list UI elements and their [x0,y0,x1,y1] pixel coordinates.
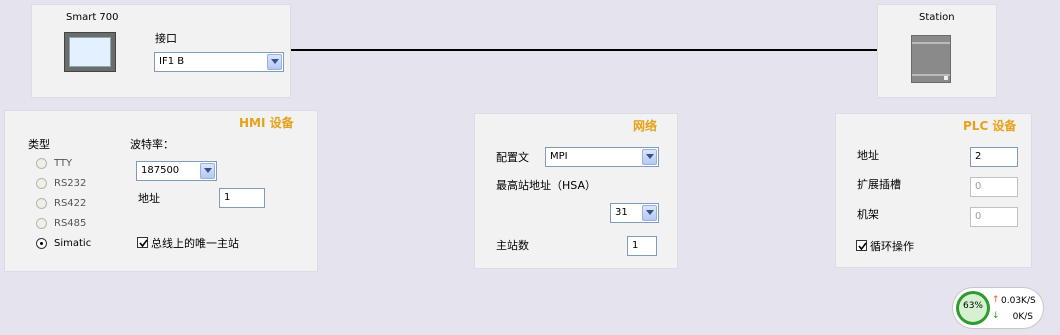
slot-label: 扩展插槽 [857,178,901,191]
hsa-select[interactable]: 31 [610,203,659,223]
cyclic-label: 循环操作 [870,240,914,253]
profile-label: 配置文 [496,151,529,164]
only-master-checkbox[interactable] [137,237,148,248]
hsa-label: 最高站地址（HSA） [496,179,596,192]
type-label: 类型 [28,138,50,151]
hmi-settings-panel: HMI 设备 类型 TTY RS232 RS422 RS485 Simatic … [4,110,318,272]
interface-label: 接口 [155,32,177,45]
net-usage-gauge: 63% [956,291,990,325]
plc-module-icon [911,35,951,83]
plc-station-name: Station [919,12,955,23]
plc-settings-panel: PLC 设备 地址 2 扩展插槽 0 机架 0 循环操作 [835,113,1032,268]
download-arrow-icon: ↓ [992,311,1000,321]
hmi-device-name: Smart 700 [66,12,119,23]
rack-input: 0 [970,207,1018,227]
net-monitor-widget[interactable]: 63% ↑ 0.03K/S ↓ 0K/S [952,287,1044,329]
chevron-down-icon [200,163,215,179]
cyclic-checkbox[interactable] [856,240,867,251]
hmi-settings-title: HMI 设备 [239,116,294,130]
interface-select[interactable]: IF1 B [154,52,284,72]
plc-settings-title: PLC 设备 [963,119,1017,133]
connection-line [291,49,878,51]
chevron-down-icon [642,149,657,165]
network-panel: 网络 配置文 MPI 最高站地址（HSA） 31 主站数 1 [474,113,678,269]
net-usage-percent: 63% [962,301,983,311]
plc-address-label: 地址 [857,149,879,162]
chevron-down-icon [642,205,657,221]
download-speed: 0K/S [1012,312,1033,322]
baud-label: 波特率： [130,138,174,151]
baud-select[interactable]: 187500 [136,161,217,181]
chevron-down-icon [267,54,282,70]
slot-input: 0 [970,177,1018,197]
hmi-panel-icon [64,32,116,72]
masters-label: 主站数 [496,239,529,252]
masters-input[interactable]: 1 [627,236,657,256]
network-title: 网络 [633,119,658,133]
profile-select[interactable]: MPI [545,147,659,167]
upload-speed: 0.03K/S [1001,296,1036,306]
plc-address-input[interactable]: 2 [970,147,1018,167]
rack-label: 机架 [857,208,879,221]
hmi-device-card: Smart 700 接口 IF1 B [31,4,291,98]
hmi-address-input[interactable]: 1 [219,188,265,208]
plc-station-card: Station [877,4,997,98]
hmi-address-label: 地址 [138,192,160,205]
upload-arrow-icon: ↑ [992,295,1000,305]
only-master-label: 总线上的唯一主站 [151,237,239,250]
